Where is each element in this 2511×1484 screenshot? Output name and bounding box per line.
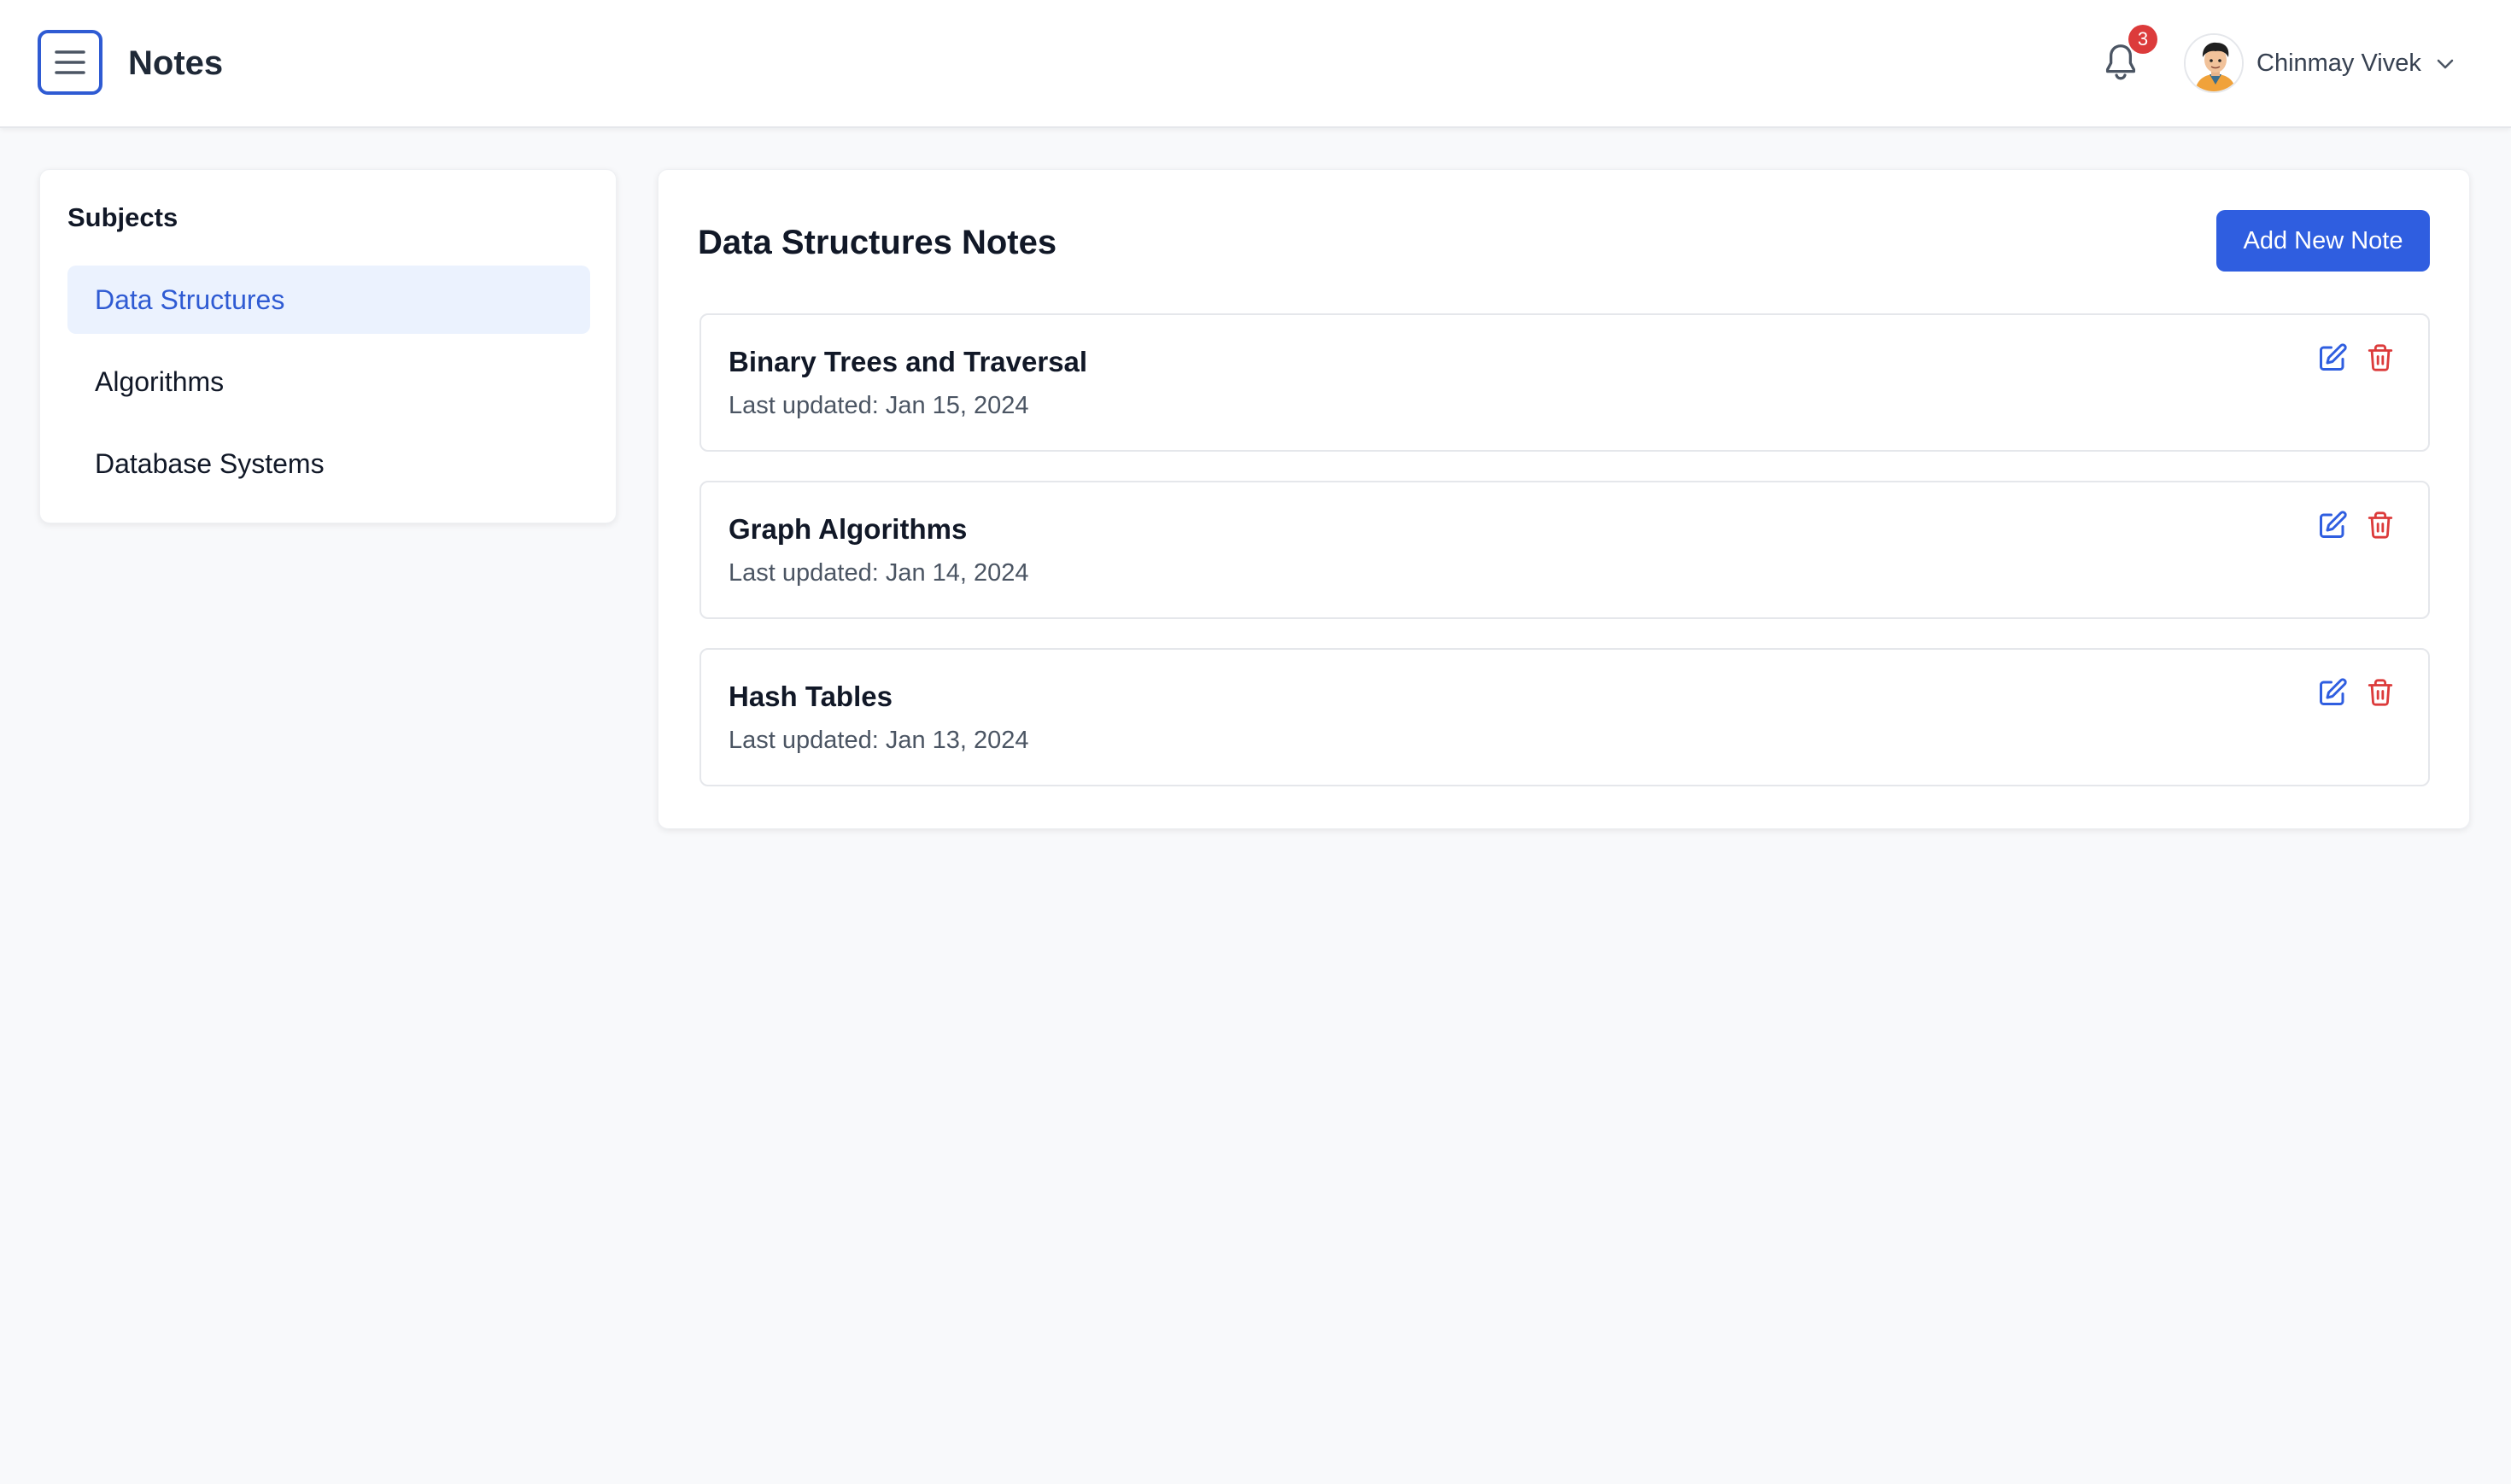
- edit-icon: [2320, 678, 2347, 705]
- subject-item-database-systems[interactable]: Database Systems: [67, 429, 590, 498]
- note-date: Last updated: Jan 15, 2024: [729, 392, 1029, 419]
- subject-item-algorithms[interactable]: Algorithms: [67, 348, 590, 416]
- edit-icon: [2320, 511, 2347, 538]
- delete-note-button[interactable]: [2363, 341, 2397, 375]
- top-bar: Notes 3 Chinmay Vivek: [0, 0, 2511, 128]
- subject-item-data-structures[interactable]: Data Structures: [67, 266, 590, 334]
- delete-note-button[interactable]: [2363, 508, 2397, 542]
- chevron-down-icon: [2437, 59, 2454, 69]
- menu-button[interactable]: [38, 30, 102, 95]
- note-card[interactable]: Binary Trees and Traversal Last updated:…: [699, 313, 2430, 452]
- trash-icon: [2368, 679, 2393, 706]
- edit-icon: [2320, 343, 2347, 371]
- trash-icon: [2368, 344, 2393, 371]
- note-date: Last updated: Jan 13, 2024: [729, 727, 1029, 754]
- subjects-heading: Subjects: [67, 202, 179, 232]
- edit-note-button[interactable]: [2315, 508, 2350, 542]
- subjects-panel: Subjects Data Structures Algorithms Data…: [39, 169, 617, 523]
- notification-badge: 3: [2128, 25, 2157, 54]
- note-card[interactable]: Hash Tables Last updated: Jan 13, 2024: [699, 648, 2430, 786]
- note-title: Hash Tables: [729, 681, 893, 712]
- note-title: Binary Trees and Traversal: [729, 346, 1088, 377]
- edit-note-button[interactable]: [2315, 675, 2350, 710]
- menu-icon: [55, 50, 85, 74]
- user-name[interactable]: Chinmay Vivek: [2256, 48, 2421, 79]
- edit-note-button[interactable]: [2315, 341, 2350, 375]
- avatar[interactable]: [2184, 33, 2244, 93]
- avatar-icon: [2186, 35, 2242, 91]
- notes-panel: Data Structures Notes Add New Note Binar…: [658, 169, 2470, 829]
- note-title: Graph Algorithms: [729, 513, 968, 545]
- note-date: Last updated: Jan 14, 2024: [729, 559, 1029, 587]
- app-title: Notes: [128, 44, 224, 82]
- delete-note-button[interactable]: [2363, 675, 2397, 710]
- page-title: Data Structures Notes: [698, 224, 1057, 261]
- note-card[interactable]: Graph Algorithms Last updated: Jan 14, 2…: [699, 481, 2430, 619]
- user-menu-toggle[interactable]: [2432, 51, 2458, 77]
- add-new-note-button[interactable]: Add New Note: [2216, 210, 2430, 272]
- trash-icon: [2368, 511, 2393, 539]
